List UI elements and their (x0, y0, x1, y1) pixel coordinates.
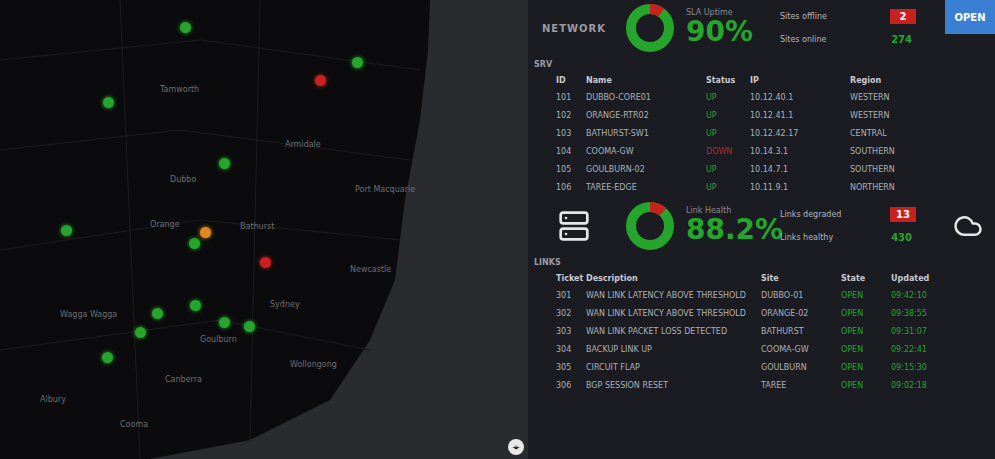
map-label: Wagga Wagga (60, 310, 117, 319)
table-header: TicketDescriptionSiteStateUpdated (556, 271, 991, 286)
site-pin[interactable] (103, 97, 114, 108)
logo: NETWORK (534, 23, 614, 34)
map-label: Albury (40, 395, 66, 404)
open-button[interactable]: OPEN (945, 0, 995, 34)
counter: Sites offline2 (780, 9, 916, 24)
table-row[interactable]: 103BATHURST-SW1UP10.12.42.17CENTRAL (556, 124, 991, 142)
counters: Sites offline2 Sites online274 (780, 9, 916, 47)
data-table: TicketDescriptionSiteStateUpdated301WAN … (534, 271, 995, 394)
counters: Links degraded13 Links healthy430 (780, 207, 916, 245)
table-row[interactable]: 105GOULBURN-02UP10.14.7.1SOUTHERN (556, 160, 991, 178)
reset-button[interactable]: ⌖ (508, 439, 524, 455)
map-label: Dubbo (170, 175, 196, 184)
site-pin[interactable] (189, 238, 200, 249)
count-badge: 274 (887, 32, 916, 47)
table-row[interactable]: 104COOMA-GWDOWN10.14.3.1SOUTHERN (556, 142, 991, 160)
count-badge: 13 (890, 207, 916, 222)
site-pin[interactable] (219, 158, 230, 169)
summary-bar: Link Health88.2% Links degraded13 Links he… (534, 198, 995, 254)
table-row[interactable]: 301WAN LINK LATENCY ABOVE THRESHOLDDUBBO… (556, 286, 991, 304)
summary-bar: NETWORKSLA Uptime90%Sites offline2Sites … (534, 0, 995, 56)
table-row[interactable]: 303WAN LINK PACKET LOSS DETECTEDBATHURST… (556, 322, 991, 340)
site-pin[interactable] (219, 317, 230, 328)
site-pin[interactable] (352, 57, 363, 68)
table-row[interactable]: 102ORANGE-RTR02UP10.12.41.1WESTERN (556, 106, 991, 124)
site-pin[interactable] (200, 227, 211, 238)
map-label: Cooma (120, 420, 148, 429)
table-row[interactable]: 302WAN LINK LATENCY ABOVE THRESHOLDORANG… (556, 304, 991, 322)
site-pin[interactable] (190, 300, 201, 311)
kpi: SLA Uptime90% (686, 8, 770, 48)
counter: Sites online274 (780, 32, 916, 47)
table-row[interactable]: 306BGP SESSION RESETTAREEOPEN09:02:18 (556, 376, 991, 394)
data-table: IDNameStatusIPRegion101DUBBO-CORE01UP10.… (534, 73, 995, 196)
map-label: Bathurst (240, 222, 274, 231)
table-row[interactable]: 305CIRCUIT FLAPGOULBURNOPEN09:15:30 (556, 358, 991, 376)
server-icon (534, 210, 614, 242)
gauge-chart (624, 200, 676, 252)
map-label: Armidale (285, 140, 321, 149)
map-label: Canberra (165, 375, 202, 384)
map-label: Sydney (270, 300, 300, 309)
side-panel: NETWORKSLA Uptime90%Sites offline2Sites … (528, 0, 995, 459)
counter: Links healthy430 (780, 230, 916, 245)
dashboard: Tamworth Armidale Dubbo Port Macquarie Orang… (0, 0, 995, 459)
table-row[interactable]: 304BACKUP LINK UPCOOMA-GWOPEN09:22:41 (556, 340, 991, 358)
table-caption: SRV (534, 58, 995, 71)
site-pin[interactable] (260, 257, 271, 268)
site-pin[interactable] (61, 225, 72, 236)
site-pin[interactable] (244, 321, 255, 332)
site-pin[interactable] (315, 75, 326, 86)
gauge-chart (624, 2, 676, 54)
site-pin[interactable] (102, 352, 113, 363)
table-caption: LINKS (534, 256, 995, 269)
table-row[interactable]: 101DUBBO-CORE01UP10.12.40.1WESTERN (556, 88, 991, 106)
kpi: Link Health88.2% (686, 206, 770, 246)
map-label: Goulburn (200, 335, 237, 344)
counter: Links degraded13 (780, 207, 916, 222)
map-label: Orange (150, 220, 180, 229)
map[interactable]: Tamworth Armidale Dubbo Port Macquarie Orang… (0, 0, 528, 459)
map-label: Tamworth (160, 85, 199, 94)
site-pin[interactable] (152, 308, 163, 319)
count-badge: 430 (887, 230, 916, 245)
map-label: Newcastle (350, 265, 391, 274)
table-header: IDNameStatusIPRegion (556, 73, 991, 88)
map-label: Wollongong (290, 360, 337, 369)
map-label: Port Macquarie (355, 185, 415, 194)
site-pin[interactable] (180, 22, 191, 33)
site-pin[interactable] (135, 327, 146, 338)
count-badge: 2 (890, 9, 916, 24)
cloud-icon[interactable] (953, 211, 983, 241)
table-row[interactable]: 106TAREE-EDGEUP10.11.9.1NORTHERN (556, 178, 991, 196)
